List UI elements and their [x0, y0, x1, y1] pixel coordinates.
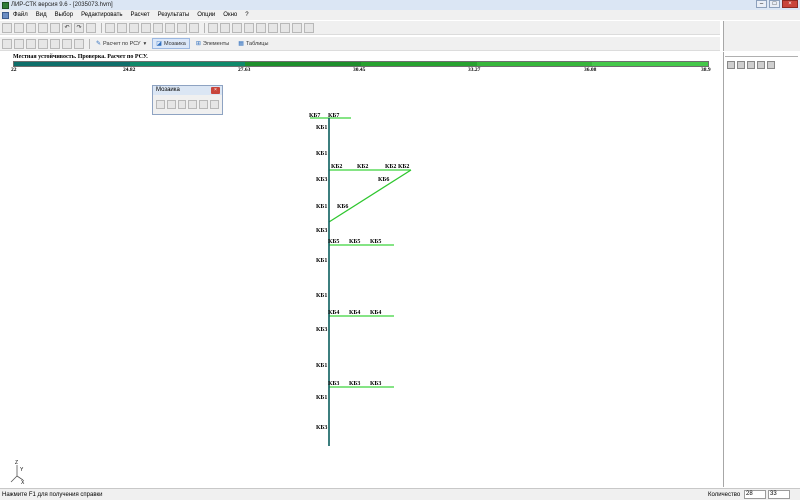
model-view[interactable]: КБ1 КБ1 КБ3 КБ1 КБ3 КБ1 КБ1 КБ3 КБ1 КБ1 КБ3 КБ7 КБ7 К… — [0, 0, 800, 500]
status-help-text: Нажмите F1 для получения справки — [2, 491, 103, 498]
status-bar: Нажмите F1 для получения справки Количес… — [0, 488, 800, 500]
column-label: КБ1 — [316, 293, 327, 299]
beam-label: КБ4 — [349, 310, 360, 316]
beam-label: КБ2 — [357, 164, 368, 170]
column-label: КБ1 — [316, 125, 327, 131]
beam-label: КБ5 — [370, 239, 381, 245]
column-label: КБ1 — [316, 258, 327, 264]
beam-label: КБ3 — [349, 381, 360, 387]
count-label: Количество — [708, 491, 741, 498]
beam-label: КБ4 — [328, 310, 339, 316]
axes-indicator: Z Y X — [10, 460, 25, 484]
y-axis-label: Y — [20, 467, 24, 473]
column-label: КБ3 — [316, 425, 327, 431]
column-label: КБ1 — [316, 151, 327, 157]
brace-kb6[interactable] — [328, 169, 412, 223]
beam-label: КБ5 — [349, 239, 360, 245]
count-field-a: 28 — [744, 490, 766, 499]
count-field-b: 33 — [768, 490, 790, 499]
beam-label: КБ4 — [370, 310, 381, 316]
column-label: КБ1 — [316, 363, 327, 369]
column-label: КБ3 — [316, 177, 327, 183]
beam-label: КБ2 — [331, 164, 342, 170]
z-axis-label: Z — [15, 460, 18, 466]
column-label: КБ3 — [316, 228, 327, 234]
column-label: КБ1 — [316, 395, 327, 401]
beam-label: КБ7 — [328, 113, 339, 119]
beam-label: КБ7 — [309, 113, 320, 119]
beam-label: КБ2 — [398, 164, 409, 170]
column-label: КБ1 — [316, 204, 327, 210]
beam-label: КБ6 — [337, 204, 348, 210]
beam-label: КБ3 — [328, 381, 339, 387]
x-axis-label: X — [21, 480, 25, 484]
column-label: КБ3 — [316, 327, 327, 333]
beam-label: КБ3 — [370, 381, 381, 387]
beam-label: КБ6 — [378, 177, 389, 183]
beam-label: КБ5 — [328, 239, 339, 245]
x-axis-line — [10, 475, 18, 483]
beam-label: КБ2 — [385, 164, 396, 170]
